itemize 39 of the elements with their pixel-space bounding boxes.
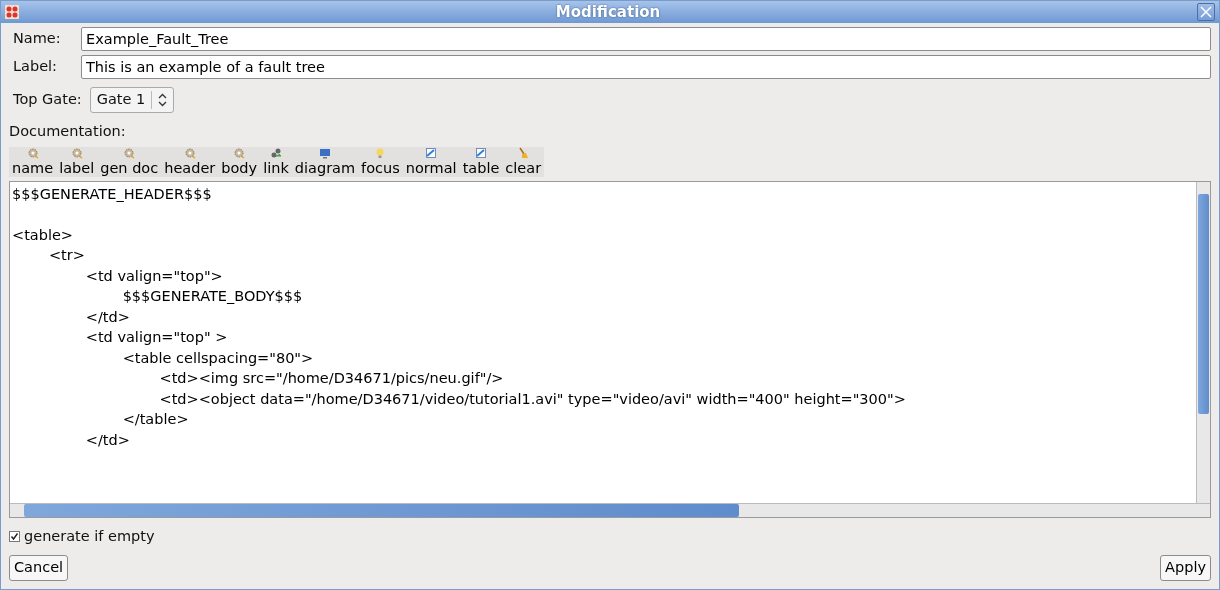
close-button[interactable] xyxy=(1197,3,1215,21)
window-title: Modification xyxy=(554,1,662,23)
picture-icon xyxy=(425,146,438,159)
toolbar-button[interactable]: diagram xyxy=(291,146,359,177)
toolbar-button[interactable]: gen doc xyxy=(97,146,162,177)
gear-icon xyxy=(183,146,196,159)
top-gate-label: Top Gate: xyxy=(13,90,82,110)
checkbox-label: generate if empty xyxy=(24,526,155,546)
checkbox[interactable] xyxy=(9,530,20,542)
field-label: Label: xyxy=(13,57,58,77)
monitor-icon xyxy=(318,146,331,159)
toolbar-button[interactable]: name xyxy=(9,146,57,177)
toolbar-button[interactable]: label xyxy=(56,146,98,177)
top-gate-spinner[interactable]: Gate 1 xyxy=(89,87,175,113)
gear-icon xyxy=(26,146,39,159)
field-label: Name: xyxy=(13,29,62,49)
toolbar-button[interactable]: focus xyxy=(358,146,403,177)
dialog-button[interactable]: Apply xyxy=(1160,555,1211,581)
gear-icon xyxy=(123,146,136,159)
broom-icon xyxy=(517,146,530,159)
toolbar-button[interactable]: normal xyxy=(402,146,460,177)
code-editor[interactable] xyxy=(9,180,1211,518)
vertical-scrollbar[interactable] xyxy=(1196,181,1210,503)
toolbar-button[interactable]: clear xyxy=(502,146,545,177)
link-icon xyxy=(270,146,282,159)
toolbar-button[interactable]: body xyxy=(218,146,261,177)
toolbar-button[interactable]: link xyxy=(260,146,292,177)
toolbar-button[interactable]: table xyxy=(459,146,503,177)
code-text: $$$GENERATE_HEADER$$$ <table> <tr> <td valign="top"> $$$GENERATE_BODY$$$ </td> <td valign="top" > <table cellspacing="80"> <td><img src="/home/D34671/pics/neu.gif"/> <td><object data="/home/D34671/video/tutorial1.avi" type="video/avi" width="400" height="300"> </table> </td> xyxy=(11,184,907,450)
gear-icon xyxy=(233,146,246,159)
input-field[interactable]: This is an example of a fault tree xyxy=(81,55,1211,79)
dialog-button[interactable]: Cancel xyxy=(9,555,69,581)
app-icon xyxy=(5,5,19,19)
picture-icon xyxy=(475,146,487,159)
horizontal-scrollbar[interactable] xyxy=(10,502,1210,517)
toolbar-button[interactable]: header xyxy=(161,146,219,177)
documentation-label: Documentation: xyxy=(9,122,127,141)
gear-icon xyxy=(70,146,83,159)
input-field[interactable]: Example_Fault_Tree xyxy=(81,27,1211,51)
